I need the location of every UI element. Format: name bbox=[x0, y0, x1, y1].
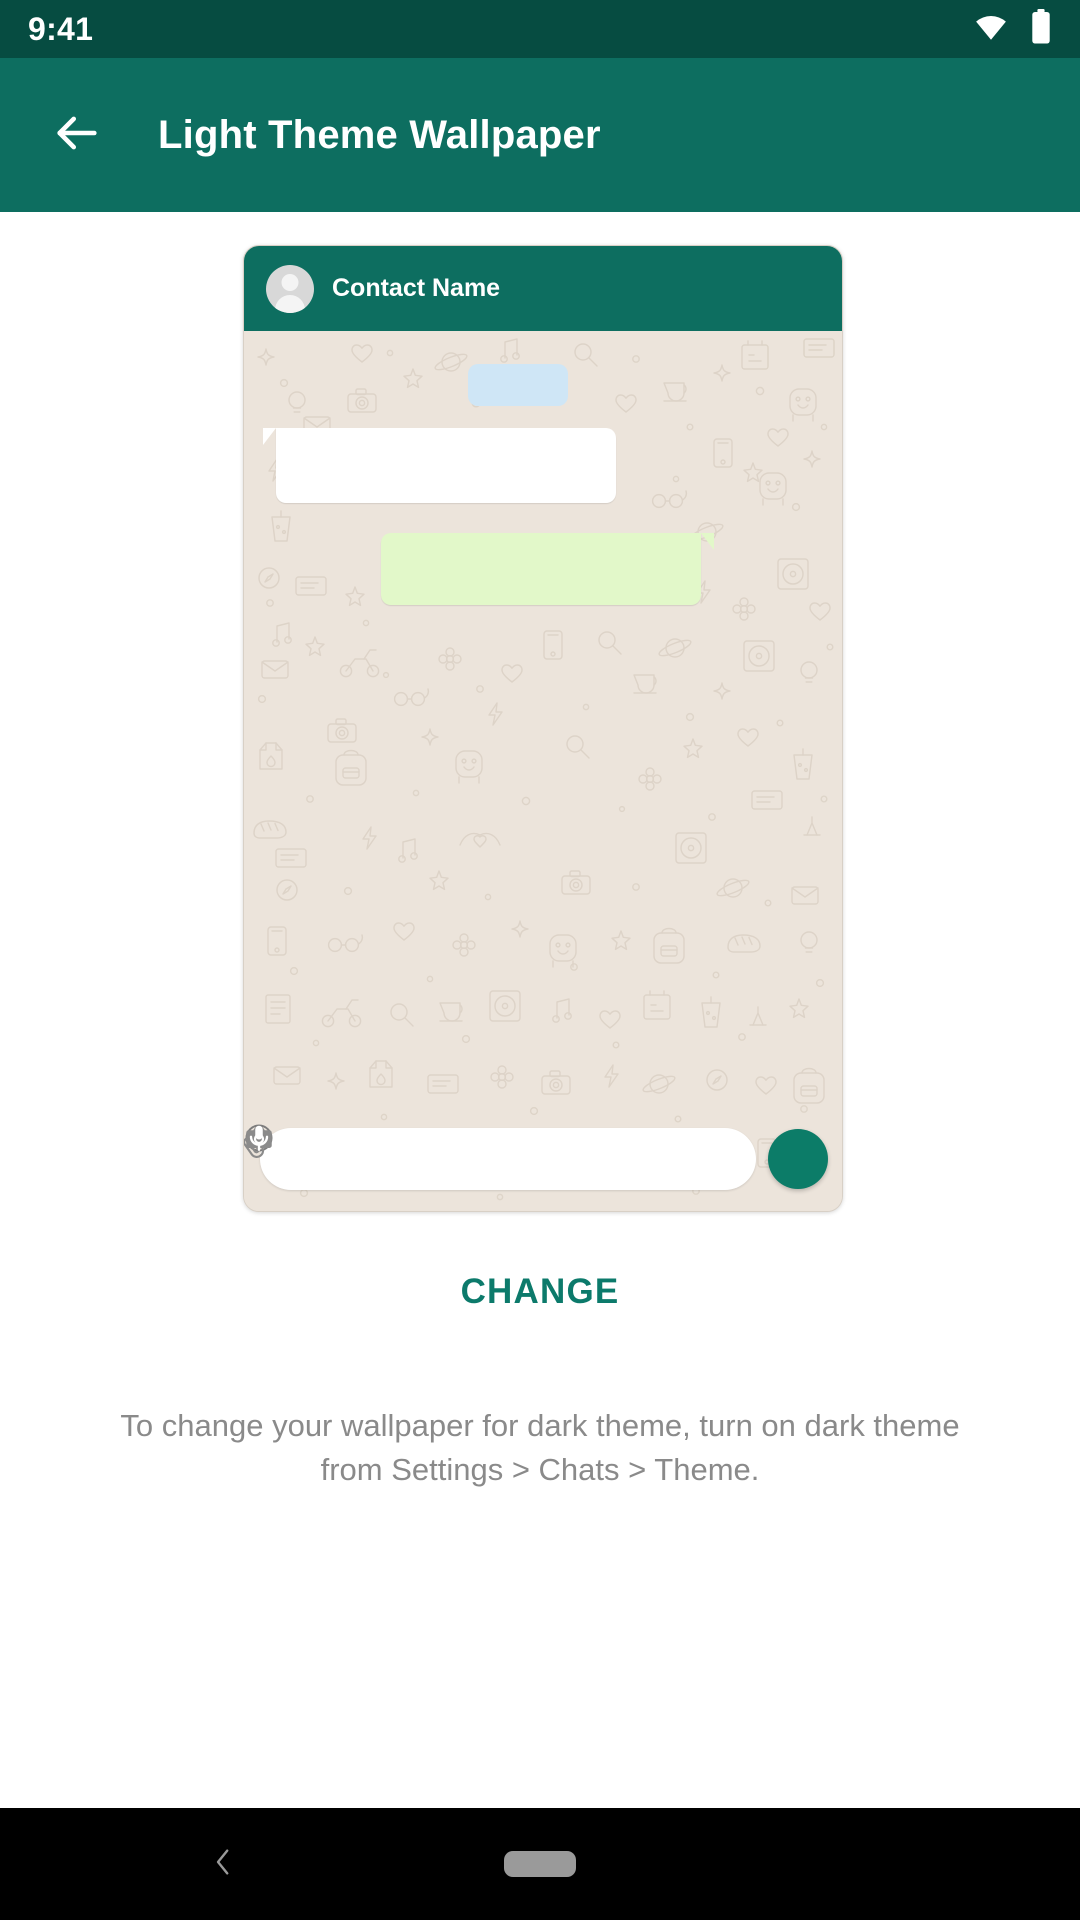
nav-home-pill-icon[interactable] bbox=[504, 1851, 576, 1877]
incoming-message-bubble bbox=[263, 428, 616, 503]
wallpaper-preview-card[interactable]: Contact Name bbox=[243, 245, 843, 1212]
preview-chat-header: Contact Name bbox=[244, 246, 842, 331]
message-input-field[interactable] bbox=[244, 1124, 756, 1190]
contact-name-label: Contact Name bbox=[332, 274, 501, 302]
change-button-label: CHANGE bbox=[460, 1272, 620, 1311]
back-button[interactable] bbox=[46, 104, 108, 166]
outgoing-message-bubble bbox=[381, 533, 714, 605]
nav-back-button[interactable] bbox=[198, 1839, 248, 1889]
status-bar-icons bbox=[974, 8, 1052, 50]
change-wallpaper-button[interactable]: CHANGE bbox=[0, 1272, 1080, 1312]
page-title: Light Theme Wallpaper bbox=[158, 112, 601, 157]
wallpaper-doodle-area bbox=[244, 331, 842, 1211]
preview-message-list bbox=[244, 331, 842, 1091]
wifi-icon bbox=[974, 10, 1008, 49]
status-bar-clock: 9:41 bbox=[28, 10, 94, 47]
dark-theme-hint-text: To change your wallpaper for dark theme,… bbox=[120, 1408, 960, 1488]
nav-back-chevron-icon bbox=[206, 1845, 240, 1884]
voice-record-button[interactable] bbox=[249, 1125, 828, 1189]
status-bar: 9:41 bbox=[0, 0, 1080, 58]
wallpaper-settings-screen: 9:41 Light Theme Wallpaper Contact Name … bbox=[0, 0, 1080, 1920]
system-navigation-bar bbox=[0, 1808, 1080, 1920]
date-divider-pill bbox=[468, 364, 568, 406]
person-avatar-icon bbox=[266, 264, 314, 313]
battery-icon bbox=[1030, 8, 1052, 50]
arrow-left-icon bbox=[51, 107, 103, 164]
app-bar: Light Theme Wallpaper bbox=[0, 58, 1080, 212]
preview-input-bar bbox=[244, 1123, 842, 1195]
